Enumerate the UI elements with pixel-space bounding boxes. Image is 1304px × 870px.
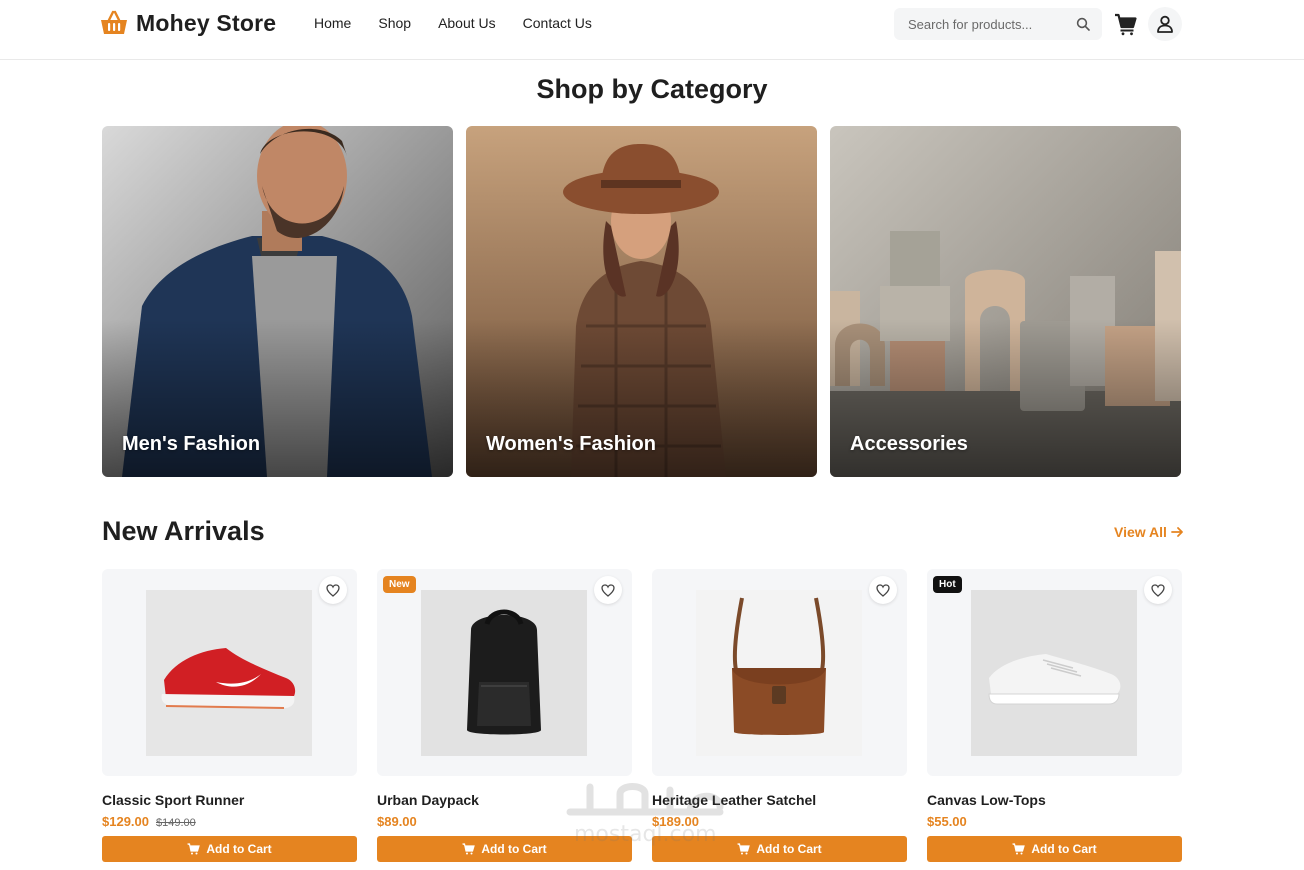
cart-icon[interactable] xyxy=(1114,12,1138,36)
search-icon[interactable] xyxy=(1076,17,1090,31)
brand-logo-link[interactable]: Mohey Store xyxy=(100,9,276,37)
category-card-womens-fashion[interactable]: Women's Fashion xyxy=(466,126,817,477)
wishlist-button[interactable] xyxy=(319,576,347,604)
nav-contact-us[interactable]: Contact Us xyxy=(523,15,592,31)
category-label: Women's Fashion xyxy=(486,433,656,455)
backpack-image xyxy=(421,590,587,756)
view-all-link[interactable]: View All xyxy=(1114,524,1184,540)
product-name[interactable]: Canvas Low-Tops xyxy=(927,792,1182,808)
product-prices: $129.00 $149.00 xyxy=(102,814,357,829)
main-nav: Home Shop About Us Contact Us xyxy=(314,15,619,31)
add-to-cart-label: Add to Cart xyxy=(481,842,547,856)
category-card-mens-fashion[interactable]: Men's Fashion xyxy=(102,126,453,477)
product-media[interactable] xyxy=(102,569,357,776)
product-media[interactable]: Hot xyxy=(927,569,1182,776)
add-to-cart-button[interactable]: Add to Cart xyxy=(102,836,357,862)
arrow-right-icon xyxy=(1171,527,1183,537)
image-overlay xyxy=(102,126,453,477)
add-to-cart-button[interactable]: Add to Cart xyxy=(652,836,907,862)
add-to-cart-label: Add to Cart xyxy=(756,842,822,856)
product-media[interactable]: New xyxy=(377,569,632,776)
product-price: $55.00 xyxy=(927,814,967,829)
add-to-cart-label: Add to Cart xyxy=(206,842,272,856)
category-label: Accessories xyxy=(850,433,968,455)
product-card: New Urban Daypack $89.00 Add to Cart xyxy=(377,569,632,862)
add-to-cart-label: Add to Cart xyxy=(1031,842,1097,856)
cart-small-icon xyxy=(462,843,476,855)
product-card: Classic Sport Runner $129.00 $149.00 Add… xyxy=(102,569,357,862)
nav-home[interactable]: Home xyxy=(314,15,351,31)
add-to-cart-button[interactable]: Add to Cart xyxy=(377,836,632,862)
heart-icon xyxy=(1151,583,1165,597)
hot-badge: Hot xyxy=(933,576,962,593)
product-card: Hot Canvas Low-Tops $55.00 Add to Cart xyxy=(927,569,1182,862)
category-section-title: Shop by Category xyxy=(536,74,768,104)
search-box xyxy=(894,8,1102,40)
category-card-accessories[interactable]: Accessories xyxy=(830,126,1181,477)
heart-icon xyxy=(326,583,340,597)
cart-small-icon xyxy=(737,843,751,855)
satchel-image xyxy=(696,590,862,756)
search-input[interactable] xyxy=(908,16,1078,32)
nav-about-us[interactable]: About Us xyxy=(438,15,496,31)
product-prices: $189.00 xyxy=(652,814,907,829)
product-image xyxy=(971,590,1137,756)
add-to-cart-button[interactable]: Add to Cart xyxy=(927,836,1182,862)
user-account-button[interactable] xyxy=(1148,7,1182,41)
new-arrivals-title: New Arrivals xyxy=(102,516,265,546)
cart-small-icon xyxy=(187,843,201,855)
product-image xyxy=(146,590,312,756)
product-price: $189.00 xyxy=(652,814,699,829)
view-all-label: View All xyxy=(1114,524,1167,540)
image-overlay xyxy=(466,126,817,477)
product-name[interactable]: Urban Daypack xyxy=(377,792,632,808)
product-price: $129.00 xyxy=(102,814,149,829)
product-image xyxy=(696,590,862,756)
product-card: Heritage Leather Satchel $189.00 Add to … xyxy=(652,569,907,862)
product-price: $89.00 xyxy=(377,814,417,829)
wishlist-button[interactable] xyxy=(1144,576,1172,604)
wishlist-button[interactable] xyxy=(869,576,897,604)
heart-icon xyxy=(601,583,615,597)
basket-logo-icon xyxy=(101,10,127,34)
product-prices: $55.00 xyxy=(927,814,1182,829)
nav-shop[interactable]: Shop xyxy=(378,15,411,31)
product-name[interactable]: Heritage Leather Satchel xyxy=(652,792,907,808)
new-badge: New xyxy=(383,576,416,593)
sneaker-image xyxy=(146,590,312,756)
heart-icon xyxy=(876,583,890,597)
brand-name: Mohey Store xyxy=(136,9,277,36)
product-media[interactable] xyxy=(652,569,907,776)
product-prices: $89.00 xyxy=(377,814,632,829)
wishlist-button[interactable] xyxy=(594,576,622,604)
low-top-sneaker-image xyxy=(971,590,1137,756)
category-label: Men's Fashion xyxy=(122,433,261,455)
user-icon xyxy=(1157,15,1173,33)
cart-small-icon xyxy=(1012,843,1026,855)
site-header: Mohey Store Home Shop About Us Contact U… xyxy=(0,0,1304,60)
product-image xyxy=(421,590,587,756)
product-name[interactable]: Classic Sport Runner xyxy=(102,792,357,808)
product-old-price: $149.00 xyxy=(156,817,196,829)
image-overlay xyxy=(830,126,1181,477)
